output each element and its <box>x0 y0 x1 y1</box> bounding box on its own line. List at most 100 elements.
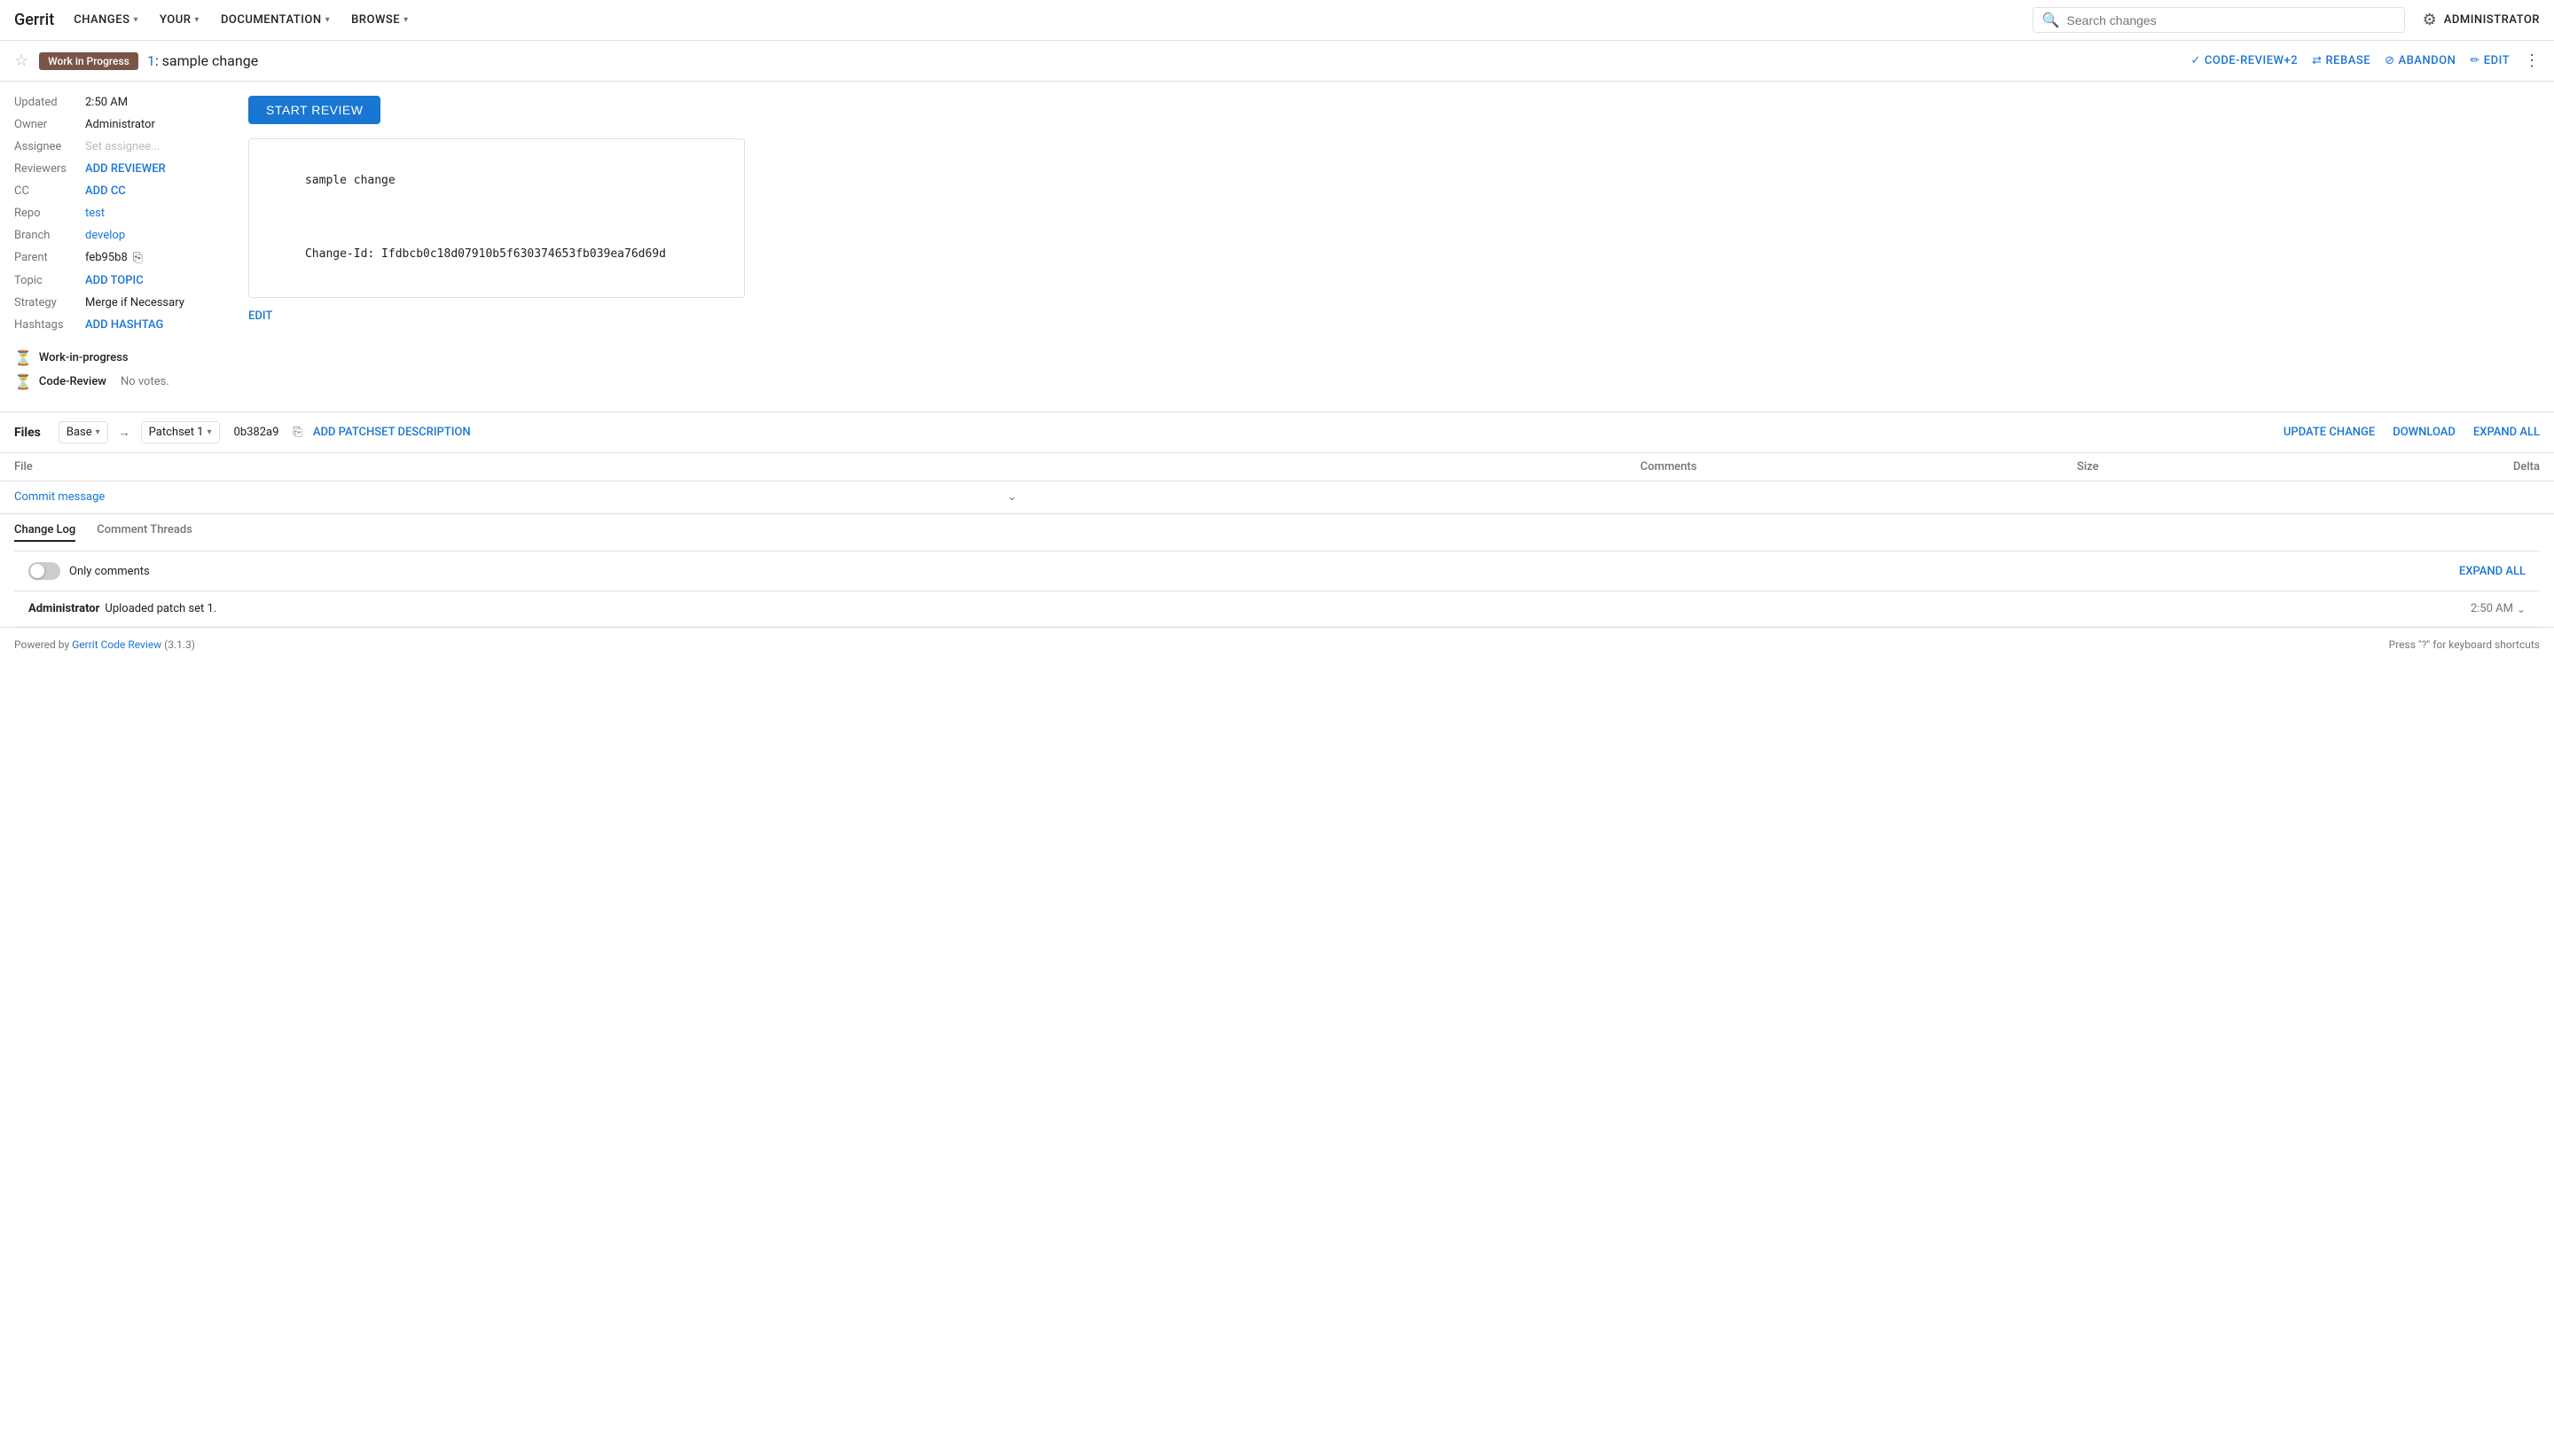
edit-button[interactable]: ✏ EDIT <box>2470 54 2510 67</box>
add-topic-button[interactable]: ADD TOPIC <box>85 274 144 287</box>
rebase-button[interactable]: ⇄ REBASE <box>2312 54 2370 67</box>
change-log-tabs: Change Log Comment Threads <box>14 514 2540 552</box>
base-label: Base <box>67 426 92 439</box>
expand-all-log-button[interactable]: EXPAND ALL <box>2459 565 2526 578</box>
copy-hash-icon[interactable]: ⎘ <box>293 426 302 439</box>
settings-area: ⚙ ADMINISTRATOR <box>2423 11 2540 29</box>
metadata-panel: Updated 2:50 AM Owner Administrator Assi… <box>14 96 227 397</box>
topic-row: Topic ADD TOPIC <box>14 274 227 287</box>
nav-item-your[interactable]: YOUR ▾ <box>151 0 208 41</box>
chevron-down-icon: ▾ <box>133 15 138 25</box>
assignee-row: Assignee Set assignee... <box>14 140 227 153</box>
only-comments-toggle[interactable] <box>28 562 60 580</box>
code-review-label: CODE-REVIEW+2 <box>2205 54 2298 67</box>
search-box[interactable]: 🔍 <box>2033 7 2405 33</box>
footer-powered-by-text: Powered by <box>14 638 72 651</box>
change-title: : sample change <box>155 52 258 69</box>
add-hashtag-button[interactable]: ADD HASHTAG <box>85 318 163 332</box>
files-section: Files Base ▾ → Patchset 1 ▾ 0b382a9 ⎘ AD… <box>0 411 2554 513</box>
repo-link[interactable]: test <box>85 207 105 220</box>
edit-icon: ✏ <box>2470 54 2480 67</box>
commit-message-file-link[interactable]: Commit message <box>14 490 105 504</box>
nav-label-changes: CHANGES <box>74 13 129 27</box>
tab-change-log[interactable]: Change Log <box>14 523 75 542</box>
right-panel: START REVIEW sample change Change-Id: If… <box>248 96 2540 397</box>
nav-label-your: YOUR <box>160 13 191 27</box>
chevron-down-icon: ▾ <box>96 427 100 437</box>
chevron-down-icon: ▾ <box>207 427 211 437</box>
nav-item-changes[interactable]: CHANGES ▾ <box>65 0 147 41</box>
base-selector[interactable]: Base ▾ <box>59 421 108 443</box>
edit-commit-message-link[interactable]: EDIT <box>248 309 272 323</box>
cr-score-label: Code-Review <box>39 375 106 388</box>
start-review-button[interactable]: START REVIEW <box>248 96 380 124</box>
comments-col-header: Comments <box>1031 453 1712 481</box>
main-content: Updated 2:50 AM Owner Administrator Assi… <box>0 82 2554 411</box>
gear-icon[interactable]: ⚙ <box>2423 11 2437 29</box>
copy-icon[interactable]: ⎘ <box>133 251 143 265</box>
abandon-button[interactable]: ⊘ ABANDON <box>2385 54 2456 67</box>
parent-value: feb95b8 <box>85 251 128 264</box>
more-options-icon[interactable]: ⋮ <box>2524 51 2540 70</box>
nav-item-documentation[interactable]: DOCUMENTATION ▾ <box>212 0 339 41</box>
branch-link[interactable]: develop <box>85 229 125 242</box>
change-log-section: Change Log Comment Threads Only comments… <box>0 513 2554 627</box>
owner-label: Owner <box>14 118 85 131</box>
star-icon[interactable]: ☆ <box>14 51 28 70</box>
code-review-score: ⏳ Code-Review No votes. <box>14 373 227 390</box>
code-review-button[interactable]: ✓ CODE-REVIEW+2 <box>2191 54 2299 67</box>
strategy-label: Strategy <box>14 296 85 309</box>
download-button[interactable]: DOWNLOAD <box>2393 426 2456 439</box>
footer-version: (3.1.3) <box>164 638 195 651</box>
user-name[interactable]: ADMINISTRATOR <box>2444 13 2540 27</box>
branch-label: Branch <box>14 229 85 242</box>
abandon-icon: ⊘ <box>2385 54 2394 67</box>
strategy-row: Strategy Merge if Necessary <box>14 296 227 309</box>
assignee-placeholder[interactable]: Set assignee... <box>85 140 160 153</box>
only-comments-label: Only comments <box>69 565 150 578</box>
updated-label: Updated <box>14 96 85 109</box>
footer-gerrit-link[interactable]: Gerrit Code Review <box>72 638 161 651</box>
delta-col-header: Delta <box>2113 453 2554 481</box>
work-in-progress-score: ⏳ Work-in-progress <box>14 349 227 366</box>
strategy-value: Merge if Necessary <box>85 296 184 309</box>
top-navigation: Gerrit CHANGES ▾ YOUR ▾ DOCUMENTATION ▾ … <box>0 0 2554 41</box>
change-number[interactable]: 1 <box>147 52 155 69</box>
file-expand-icon[interactable]: ⌄ <box>1007 490 1017 504</box>
log-user: Administrator <box>28 602 99 615</box>
search-input[interactable] <box>2067 13 2395 27</box>
cc-label: CC <box>14 184 85 198</box>
rebase-label: REBASE <box>2326 54 2371 67</box>
size-col-header: Size <box>1711 453 2112 481</box>
expand-all-files-button[interactable]: EXPAND ALL <box>2473 426 2540 439</box>
nav-item-browse[interactable]: BROWSE ▾ <box>342 0 418 41</box>
commit-message-line3: Change-Id: Ifdbcb0c18d07910b5f630374653f… <box>305 247 666 261</box>
abandon-label: ABANDON <box>2398 54 2456 67</box>
nav-label-browse: BROWSE <box>351 13 400 27</box>
log-expand-icon[interactable]: ⌄ <box>2517 603 2526 615</box>
repo-row: Repo test <box>14 207 227 220</box>
toggle-knob <box>30 564 44 578</box>
commit-message-line1: sample change <box>305 174 396 187</box>
log-message: Uploaded patch set 1. <box>105 602 2470 615</box>
reviewers-label: Reviewers <box>14 162 85 176</box>
updated-row: Updated 2:50 AM <box>14 96 227 109</box>
update-change-button[interactable]: UPDATE CHANGE <box>2284 426 2375 439</box>
files-header: Files Base ▾ → Patchset 1 ▾ 0b382a9 ⎘ AD… <box>0 412 2554 453</box>
log-entry: Administrator Uploaded patch set 1. 2:50… <box>14 591 2540 627</box>
rebase-icon: ⇄ <box>2312 54 2322 67</box>
gerrit-logo[interactable]: Gerrit <box>14 11 54 29</box>
add-reviewer-button[interactable]: ADD REVIEWER <box>85 162 166 176</box>
chevron-down-icon: ▾ <box>403 15 409 25</box>
wip-score-icon: ⏳ <box>14 349 32 366</box>
owner-row: Owner Administrator <box>14 118 227 131</box>
add-patchset-description-button[interactable]: ADD PATCHSET DESCRIPTION <box>313 426 471 439</box>
add-cc-button[interactable]: ADD CC <box>85 184 126 198</box>
tab-comment-threads[interactable]: Comment Threads <box>97 523 192 542</box>
assignee-label: Assignee <box>14 140 85 153</box>
patchset-selector[interactable]: Patchset 1 ▾ <box>141 421 220 443</box>
owner-value: Administrator <box>85 118 155 131</box>
repo-label: Repo <box>14 207 85 220</box>
topic-label: Topic <box>14 274 85 287</box>
hashtags-row: Hashtags ADD HASHTAG <box>14 318 227 332</box>
